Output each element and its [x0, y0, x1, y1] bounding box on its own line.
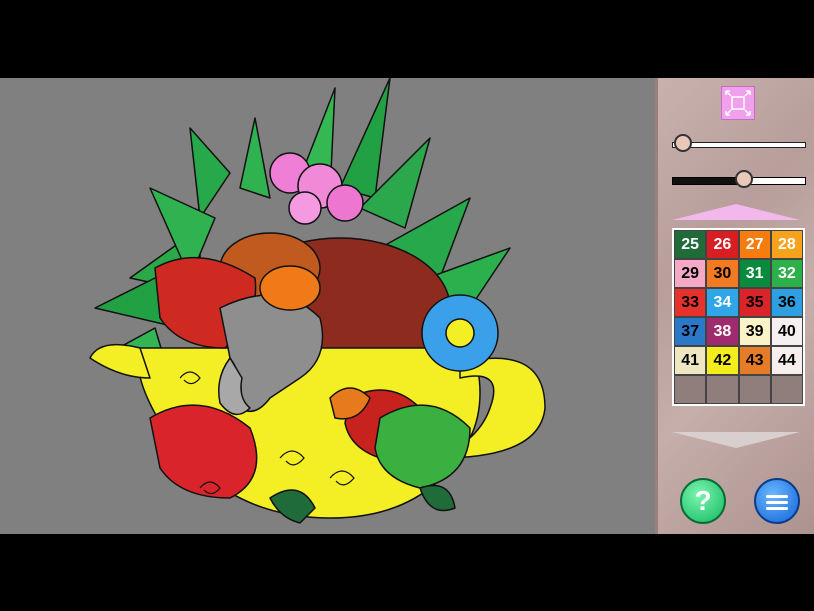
- pink-flower: [288, 191, 322, 225]
- palette-color-44[interactable]: 44: [771, 347, 802, 374]
- question-icon: ?: [694, 485, 712, 516]
- palette-color-28[interactable]: 28: [771, 231, 802, 258]
- palette-color-40[interactable]: 40: [771, 318, 802, 345]
- palette-color-30[interactable]: 30: [707, 260, 738, 287]
- palette-color-25[interactable]: 25: [675, 231, 706, 258]
- palette-color-42[interactable]: 42: [707, 347, 738, 374]
- palette-color-34[interactable]: 34: [707, 289, 738, 316]
- fit-to-screen-icon: [725, 90, 751, 116]
- zoom-slider[interactable]: [672, 134, 806, 153]
- leaf: [239, 117, 271, 199]
- slider-knob[interactable]: [673, 134, 692, 152]
- teacup-spout: [89, 343, 151, 379]
- palette-color-32[interactable]: 32: [771, 260, 802, 287]
- tools-panel: 25 26 27 28 29 30 31 32 33 34 35 36 37 38 39 40 41 42 43 44…: [655, 78, 814, 534]
- slider-knob[interactable]: [735, 170, 754, 188]
- fit-to-screen-button[interactable]: [721, 86, 755, 120]
- leaf: [189, 127, 231, 219]
- palette-color-36[interactable]: 36: [771, 289, 802, 316]
- small-leaf: [419, 484, 456, 512]
- palette-color-27[interactable]: 27: [739, 231, 770, 258]
- palette-empty-slot: [739, 376, 770, 403]
- blue-flower: [421, 294, 499, 372]
- color-palette: 25 26 27 28 29 30 31 32 33 34 35 36 37 38 39 40 41 42 43 44: [672, 228, 805, 406]
- palette-color-43[interactable]: 43: [739, 347, 770, 374]
- palette-color-38[interactable]: 38: [707, 318, 738, 345]
- palette-scroll-up-icon[interactable]: [672, 204, 800, 220]
- coloring-canvas[interactable]: [0, 78, 655, 534]
- palette-color-41[interactable]: 41: [675, 347, 706, 374]
- artwork[interactable]: [0, 78, 655, 534]
- pink-flower: [326, 184, 364, 222]
- orange-flower: [259, 265, 321, 311]
- palette-color-39[interactable]: 39: [739, 318, 770, 345]
- palette-color-37[interactable]: 37: [675, 318, 706, 345]
- palette-color-31[interactable]: 31: [739, 260, 770, 287]
- menu-button[interactable]: [754, 478, 800, 524]
- help-button[interactable]: ?: [680, 478, 726, 524]
- palette-color-35[interactable]: 35: [739, 289, 770, 316]
- palette-color-33[interactable]: 33: [675, 289, 706, 316]
- palette-empty-slot: [675, 376, 706, 403]
- slider-track: [672, 142, 806, 148]
- palette-color-29[interactable]: 29: [675, 260, 706, 287]
- leaf: [339, 78, 391, 199]
- palette-empty-slot: [771, 376, 802, 403]
- brightness-slider[interactable]: [672, 170, 806, 189]
- palette-color-26[interactable]: 26: [707, 231, 738, 258]
- palette-scroll-down-icon[interactable]: [672, 432, 800, 448]
- palette-empty-slot: [707, 376, 738, 403]
